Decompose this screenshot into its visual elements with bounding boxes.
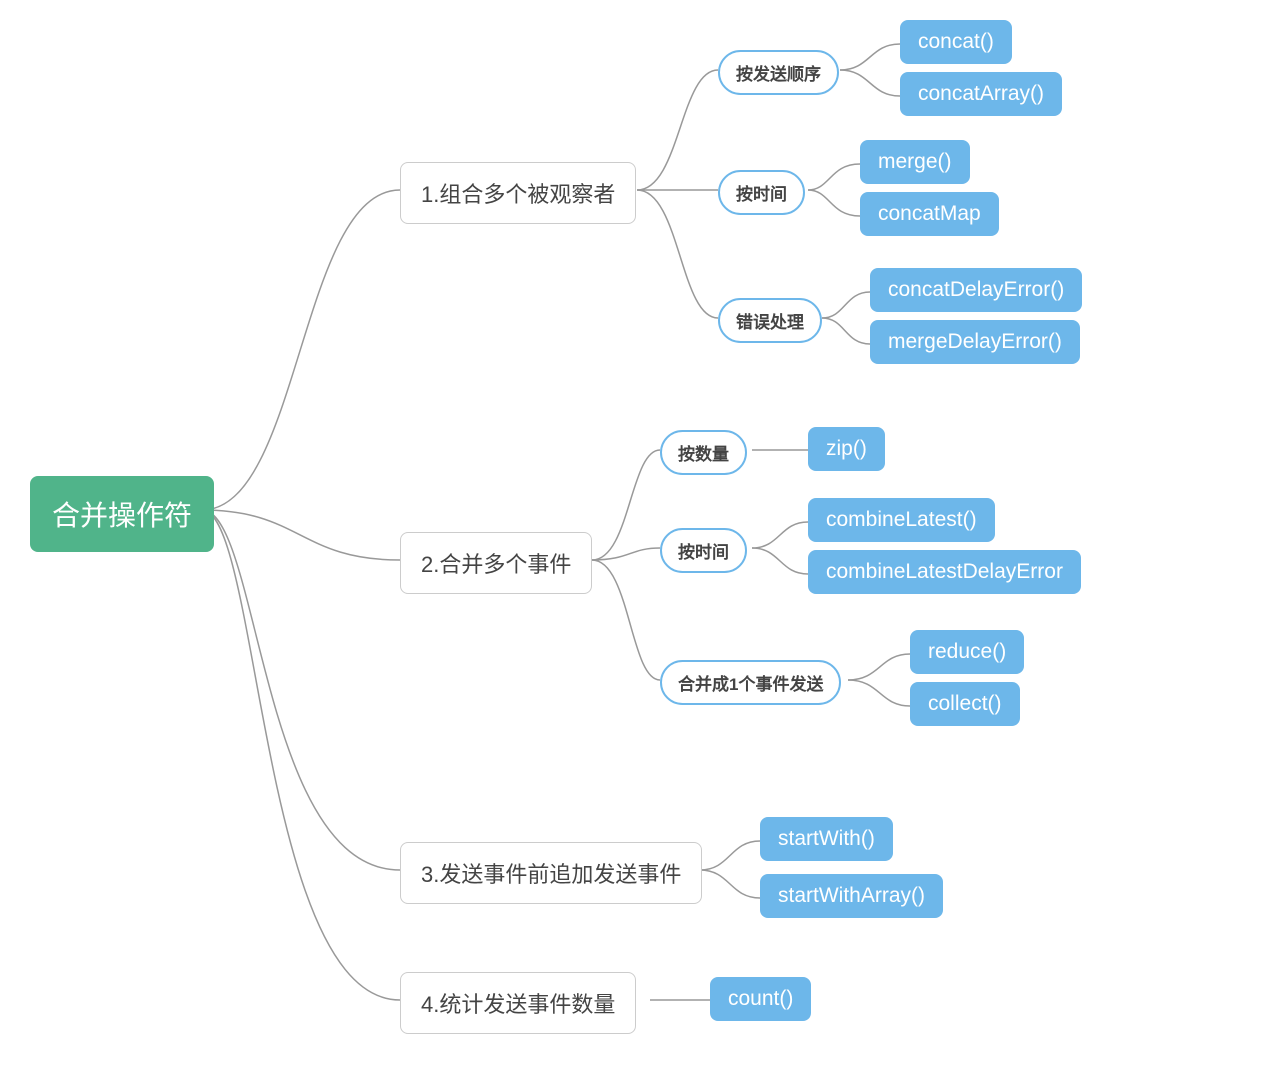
- leaf-mergeDelayError[interactable]: mergeDelayError(): [870, 320, 1080, 364]
- leaf-concatDelayError[interactable]: concatDelayError(): [870, 268, 1082, 312]
- branch-4-label: 4.统计发送事件数量: [421, 987, 615, 1019]
- leaf-combineLatestDelayError[interactable]: combineLatestDelayError: [808, 550, 1081, 594]
- mindmap-stage: 合并操作符 1.组合多个被观察者 按发送顺序 concat() concatAr…: [0, 0, 1281, 1077]
- root-node[interactable]: 合并操作符: [30, 476, 214, 552]
- leaf-concatArray[interactable]: concatArray(): [900, 72, 1062, 116]
- leaf-reduce[interactable]: reduce(): [910, 630, 1024, 674]
- branch-1-child-3[interactable]: 错误处理: [718, 298, 822, 343]
- leaf-startWithArray[interactable]: startWithArray(): [760, 874, 943, 918]
- leaf-merge[interactable]: merge(): [860, 140, 970, 184]
- leaf-count[interactable]: count(): [710, 977, 811, 1021]
- branch-1-child-3-label: 错误处理: [736, 308, 804, 333]
- leaf-concatMap[interactable]: concatMap: [860, 192, 999, 236]
- branch-2-child-2[interactable]: 按时间: [660, 528, 747, 573]
- branch-1-child-1-label: 按发送顺序: [736, 60, 821, 85]
- leaf-collect[interactable]: collect(): [910, 682, 1020, 726]
- leaf-concat[interactable]: concat(): [900, 20, 1012, 64]
- branch-3-label: 3.发送事件前追加发送事件: [421, 857, 681, 889]
- branch-1-child-2-label: 按时间: [736, 180, 787, 205]
- branch-2-label: 2.合并多个事件: [421, 547, 571, 579]
- branch-2[interactable]: 2.合并多个事件: [400, 532, 592, 594]
- branch-1[interactable]: 1.组合多个被观察者: [400, 162, 636, 224]
- leaf-zip[interactable]: zip(): [808, 427, 885, 471]
- branch-2-child-3-label: 合并成1个事件发送: [678, 670, 823, 695]
- leaf-combineLatest[interactable]: combineLatest(): [808, 498, 995, 542]
- branch-2-child-3[interactable]: 合并成1个事件发送: [660, 660, 841, 705]
- branch-2-child-2-label: 按时间: [678, 538, 729, 563]
- branch-1-child-1[interactable]: 按发送顺序: [718, 50, 839, 95]
- branch-2-child-1-label: 按数量: [678, 440, 729, 465]
- branch-1-child-2[interactable]: 按时间: [718, 170, 805, 215]
- branch-1-label: 1.组合多个被观察者: [421, 177, 615, 209]
- root-label: 合并操作符: [52, 494, 192, 534]
- leaf-startWith[interactable]: startWith(): [760, 817, 893, 861]
- branch-3[interactable]: 3.发送事件前追加发送事件: [400, 842, 702, 904]
- branch-4[interactable]: 4.统计发送事件数量: [400, 972, 636, 1034]
- branch-2-child-1[interactable]: 按数量: [660, 430, 747, 475]
